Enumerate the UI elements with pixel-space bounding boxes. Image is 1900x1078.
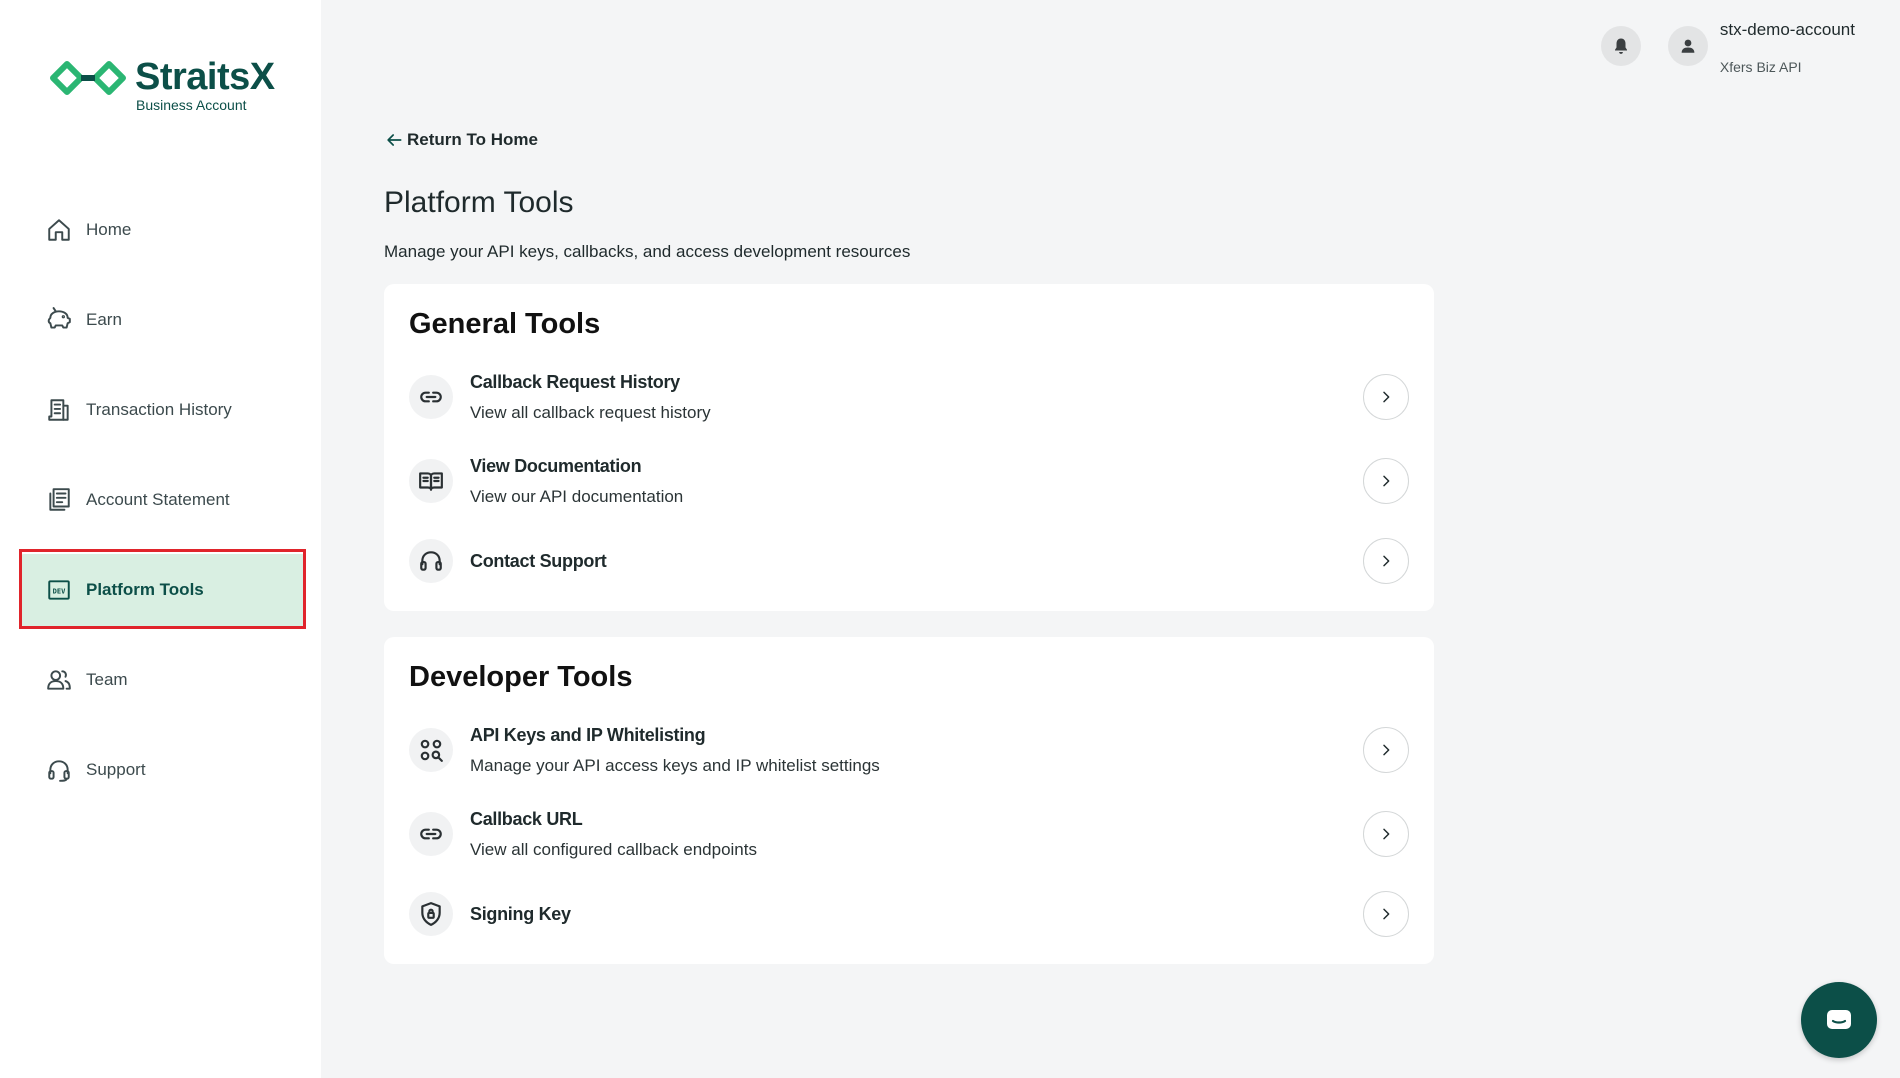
piggy-bank-icon: [45, 306, 73, 334]
tool-desc: View all callback request history: [470, 402, 711, 422]
tool-desc: View our API documentation: [470, 486, 684, 506]
svg-text:DEV: DEV: [53, 586, 66, 595]
statement-icon: [45, 486, 73, 514]
brand-logo[interactable]: StraitsX Business Account: [47, 56, 275, 113]
account-org: Xfers Biz API: [1719, 59, 1802, 75]
tool-title: Signing Key: [470, 903, 571, 924]
chevron-right-icon: [1383, 555, 1390, 567]
sidebar-item-label: Transaction History: [86, 400, 232, 419]
page-subtitle: Manage your API keys, callbacks, and acc…: [384, 242, 911, 261]
notification-button[interactable]: [1600, 26, 1641, 66]
chat-icon: [1827, 1010, 1851, 1029]
straitsx-logo-icon: [50, 61, 126, 95]
open-signing-key-button[interactable]: [1363, 891, 1409, 937]
sidebar-item-label: Earn: [86, 310, 122, 329]
sidebar-item-account-statement[interactable]: Account Statement: [20, 464, 306, 536]
bell-icon: [1614, 38, 1627, 54]
sidebar-item-platform-tools[interactable]: DEV Platform Tools: [20, 554, 306, 626]
page-title: Platform Tools: [384, 186, 574, 219]
return-home-label: Return To Home: [407, 130, 538, 149]
sidebar-item-label: Home: [86, 220, 132, 239]
chevron-right-icon: [1383, 391, 1390, 403]
open-contact-support-button[interactable]: [1363, 538, 1409, 584]
sidebar-nav: Home Earn Transaction History Account St…: [20, 194, 306, 824]
account-info[interactable]: stx-demo-account Xfers Biz API: [1720, 20, 1855, 75]
general-tools-card: General Tools Callback Request History V…: [384, 284, 1434, 611]
tool-desc: Manage your API access keys and IP white…: [470, 755, 880, 775]
chevron-right-icon: [1383, 475, 1390, 487]
sidebar-item-label: Support: [86, 760, 146, 779]
chevron-right-icon: [1383, 744, 1390, 756]
callback-url-row[interactable]: Callback URL View all configured callbac…: [409, 792, 1409, 876]
tool-title: Callback URL: [470, 808, 583, 829]
headset-icon: [45, 756, 73, 784]
tool-title: View Documentation: [470, 455, 642, 476]
sidebar: StraitsX Business Account Home Earn Tran…: [0, 0, 321, 1078]
signing-key-row[interactable]: Signing Key: [409, 876, 1409, 952]
main-content: Return To Home Platform Tools Manage you…: [384, 130, 1434, 964]
developer-tools-card: Developer Tools API Keys and IP Whitelis…: [384, 637, 1434, 964]
shield-lock-icon: [409, 892, 453, 936]
section-title: Developer Tools: [409, 661, 633, 693]
api-keys-row[interactable]: API Keys and IP Whitelisting Manage your…: [409, 708, 1409, 792]
chat-launcher-button[interactable]: [1801, 982, 1877, 1058]
account-name: stx-demo-account: [1719, 20, 1855, 39]
sidebar-item-team[interactable]: Team: [20, 644, 306, 716]
user-icon: [1681, 39, 1695, 53]
avatar[interactable]: [1667, 26, 1708, 66]
sidebar-item-support[interactable]: Support: [20, 734, 306, 806]
link-icon: [409, 375, 453, 419]
sidebar-item-label: Account Statement: [86, 490, 230, 509]
arrow-left-icon: [387, 134, 402, 146]
section-title: General Tools: [409, 308, 601, 340]
contact-support-row[interactable]: Contact Support: [409, 523, 1409, 599]
brand-name: StraitsX: [135, 56, 275, 98]
open-documentation-button[interactable]: [1363, 458, 1409, 504]
chevron-right-icon: [1383, 828, 1390, 840]
sidebar-item-label: Platform Tools: [86, 580, 204, 599]
home-icon: [45, 216, 73, 244]
key-search-icon: [409, 728, 453, 772]
view-documentation-row[interactable]: View Documentation View our API document…: [409, 439, 1409, 523]
link-icon: [409, 812, 453, 856]
header-account-area: stx-demo-account Xfers Biz API: [1600, 20, 1855, 75]
open-api-keys-button[interactable]: [1363, 727, 1409, 773]
tool-title: Contact Support: [470, 550, 607, 571]
team-icon: [45, 666, 73, 694]
receipt-icon: [45, 396, 73, 424]
return-home-link[interactable]: Return To Home: [384, 130, 538, 150]
dev-icon: DEV: [45, 576, 73, 604]
tool-desc: View all configured callback endpoints: [470, 839, 757, 859]
chevron-right-icon: [1383, 908, 1390, 920]
sidebar-item-transaction-history[interactable]: Transaction History: [20, 374, 306, 446]
tool-title: Callback Request History: [470, 371, 680, 392]
sidebar-item-home[interactable]: Home: [20, 194, 306, 266]
sidebar-item-label: Team: [86, 670, 128, 689]
brand-subtitle: Business Account: [136, 97, 247, 113]
sidebar-item-earn[interactable]: Earn: [20, 284, 306, 356]
headset-icon: [409, 539, 453, 583]
tool-title: API Keys and IP Whitelisting: [470, 724, 706, 745]
callback-request-history-row[interactable]: Callback Request History View all callba…: [409, 355, 1409, 439]
open-callback-request-history-button[interactable]: [1363, 374, 1409, 420]
open-callback-url-button[interactable]: [1363, 811, 1409, 857]
book-icon: [409, 459, 453, 503]
